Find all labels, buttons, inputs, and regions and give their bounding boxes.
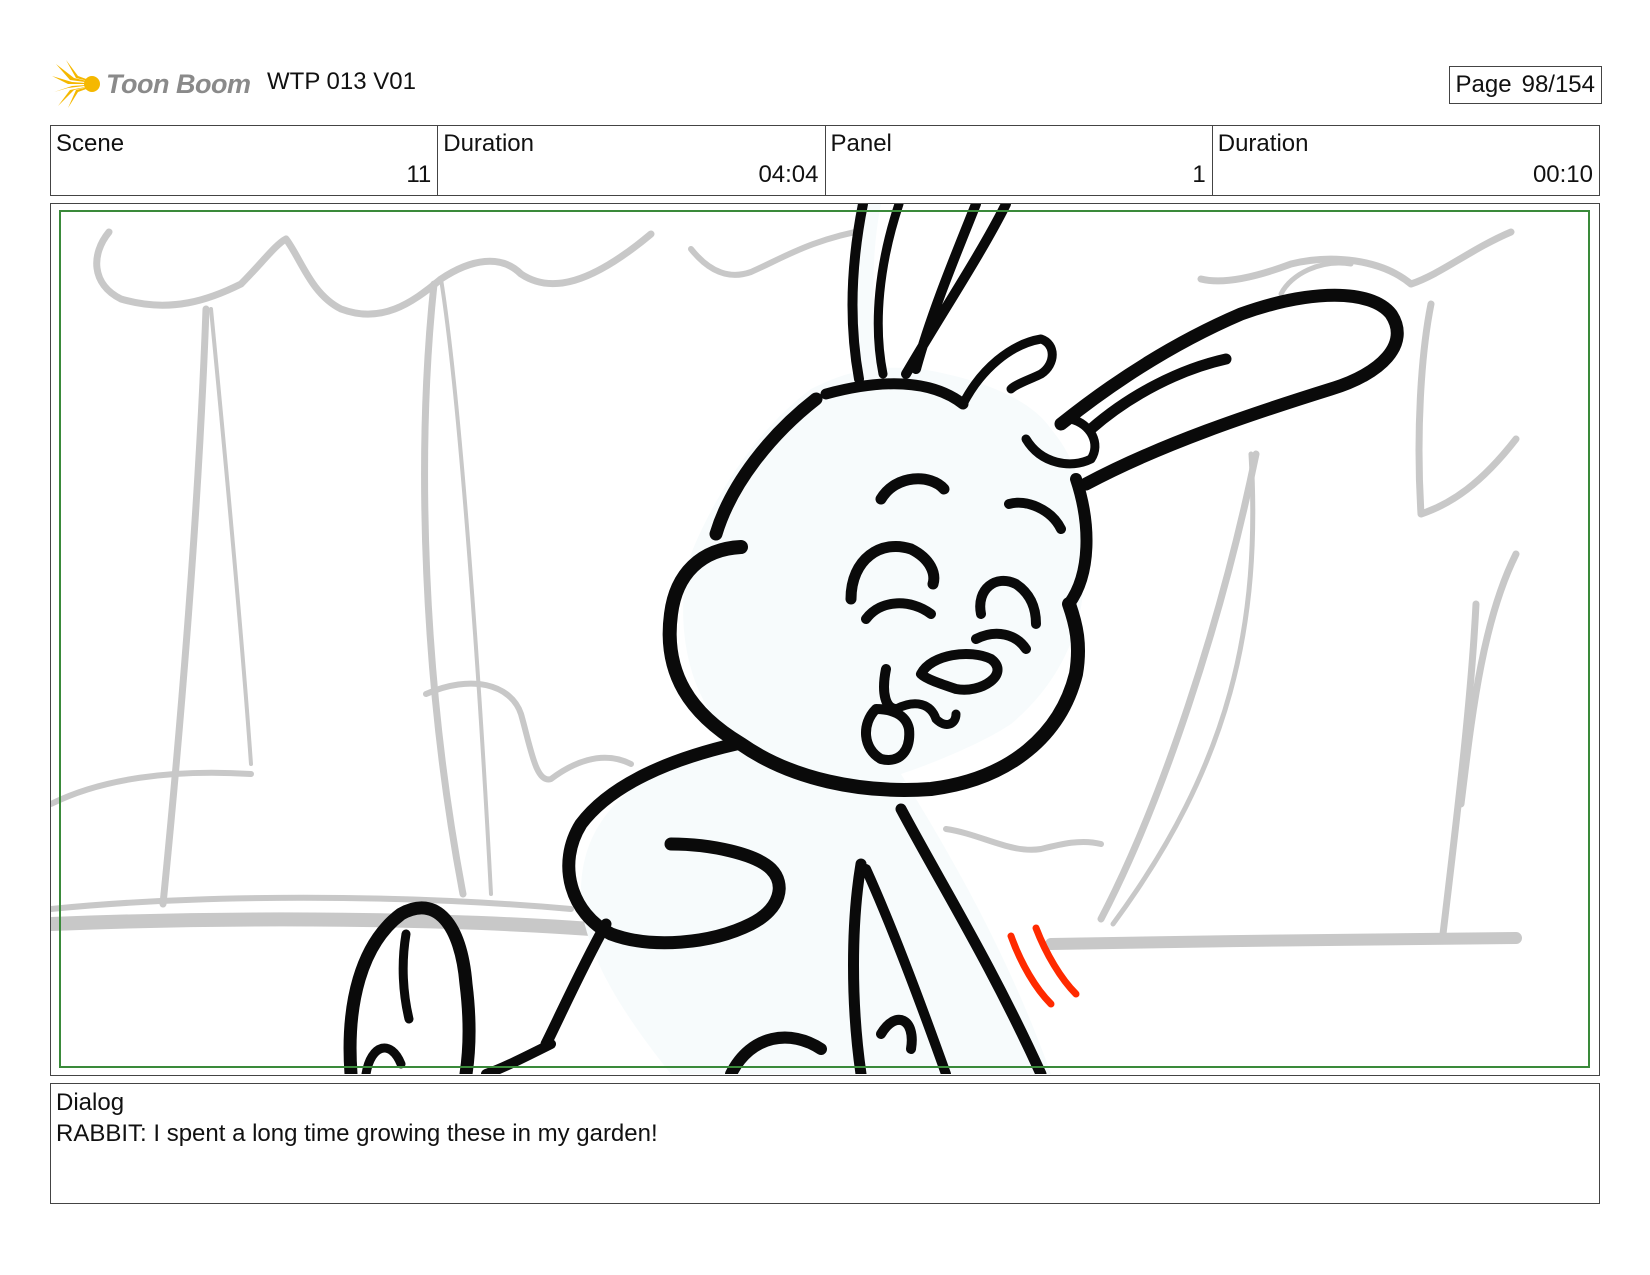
starburst-icon bbox=[52, 60, 100, 108]
dialog-section: Dialog RABBIT: I spent a long time growi… bbox=[50, 1083, 1600, 1204]
page-number: 98/154 bbox=[1521, 71, 1595, 98]
scene-info-table: Scene 11 Duration 04:04 Panel 1 Duration… bbox=[50, 125, 1600, 196]
dialog-label: Dialog bbox=[56, 1089, 125, 1116]
logo-text: Toon Boom bbox=[106, 68, 251, 99]
scene-label: Scene bbox=[56, 130, 125, 157]
panel-value: 1 bbox=[1192, 161, 1206, 188]
page-label: Page bbox=[1455, 71, 1512, 98]
panel-label: Panel bbox=[830, 130, 892, 157]
toon-boom-logo: Toon Boom bbox=[52, 56, 251, 112]
panel-duration-cell: Duration 00:10 bbox=[1213, 126, 1599, 195]
scene-duration-cell: Duration 04:04 bbox=[438, 126, 826, 195]
page-indicator: Page 98/154 bbox=[1448, 66, 1602, 104]
scene-duration-value: 04:04 bbox=[758, 161, 819, 188]
panel-duration-label: Duration bbox=[1217, 130, 1309, 157]
scene-value: 11 bbox=[406, 161, 432, 188]
document-title: WTP 013 V01 bbox=[267, 68, 416, 95]
scene-cell: Scene 11 bbox=[51, 126, 439, 195]
panel-duration-value: 00:10 bbox=[1532, 161, 1593, 188]
panel-drawing bbox=[51, 204, 1590, 1074]
page-header: Toon Boom WTP 013 V01 Page 98/154 bbox=[52, 56, 1602, 112]
panel-cell: Panel 1 bbox=[826, 126, 1213, 195]
dialog-text: RABBIT: I spent a long time growing thes… bbox=[56, 1120, 658, 1147]
storyboard-panel bbox=[50, 203, 1600, 1076]
scene-duration-label: Duration bbox=[443, 130, 534, 157]
